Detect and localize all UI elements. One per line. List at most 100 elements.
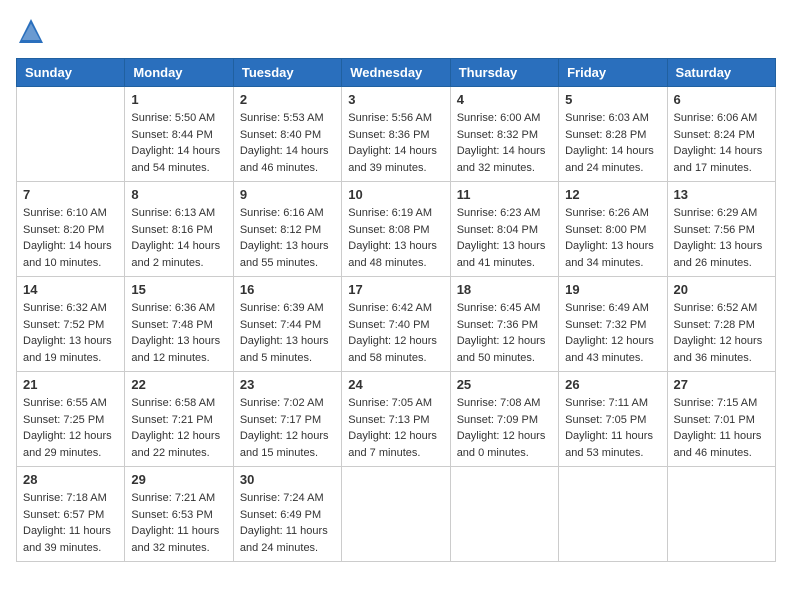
day-info: Sunrise: 6:13 AM Sunset: 8:16 PM Dayligh… — [131, 205, 226, 271]
calendar-cell: 8 Sunrise: 6:13 AM Sunset: 8:16 PM Daylig… — [125, 182, 233, 277]
calendar-cell — [17, 87, 125, 182]
day-info: Sunrise: 6:26 AM Sunset: 8:00 PM Dayligh… — [565, 205, 660, 271]
day-info: Sunrise: 6:45 AM Sunset: 7:36 PM Dayligh… — [457, 300, 552, 366]
day-number: 21 — [23, 377, 118, 392]
calendar-week-row: 1 Sunrise: 5:50 AM Sunset: 8:44 PM Daylig… — [17, 87, 776, 182]
calendar-cell: 29Sunrise: 7:21 AM Sunset: 6:53 PM Dayli… — [125, 467, 233, 562]
day-info: Sunrise: 6:52 AM Sunset: 7:28 PM Dayligh… — [674, 300, 769, 366]
calendar-cell: 5Sunrise: 6:03 AM Sunset: 8:28 PM Daylig… — [559, 87, 667, 182]
calendar-week-row: 21 Sunrise: 6:55 AM Sunset: 7:25 PM Dayli… — [17, 372, 776, 467]
day-number: 11 — [457, 187, 552, 202]
day-number: 3 — [348, 92, 443, 107]
day-number: 7 — [23, 187, 118, 202]
day-info: Sunrise: 5:53 AM Sunset: 8:40 PM Dayligh… — [240, 110, 335, 176]
day-number: 24 — [348, 377, 443, 392]
weekday-header: Saturday — [667, 59, 775, 87]
day-info: Sunrise: 6:55 AM Sunset: 7:25 PM Dayligh… — [23, 395, 118, 461]
calendar-cell: 22 Sunrise: 6:58 AM Sunset: 7:21 PM Dayli… — [125, 372, 233, 467]
day-info: Sunrise: 5:56 AM Sunset: 8:36 PM Dayligh… — [348, 110, 443, 176]
calendar-cell: 14 Sunrise: 6:32 AM Sunset: 7:52 PM Dayli… — [17, 277, 125, 372]
calendar-cell: 24 Sunrise: 7:05 AM Sunset: 7:13 PM Dayli… — [342, 372, 450, 467]
day-info: Sunrise: 6:16 AM Sunset: 8:12 PM Dayligh… — [240, 205, 335, 271]
calendar-cell: 10Sunrise: 6:19 AM Sunset: 8:08 PM Dayli… — [342, 182, 450, 277]
day-info: Sunrise: 6:32 AM Sunset: 7:52 PM Dayligh… — [23, 300, 118, 366]
day-number: 22 — [131, 377, 226, 392]
logo — [16, 16, 50, 46]
page-header — [16, 16, 776, 46]
day-info: Sunrise: 7:05 AM Sunset: 7:13 PM Dayligh… — [348, 395, 443, 461]
calendar-cell: 6 Sunrise: 6:06 AM Sunset: 8:24 PM Daylig… — [667, 87, 775, 182]
day-number: 1 — [131, 92, 226, 107]
day-info: Sunrise: 6:42 AM Sunset: 7:40 PM Dayligh… — [348, 300, 443, 366]
calendar-cell: 4 Sunrise: 6:00 AM Sunset: 8:32 PM Daylig… — [450, 87, 558, 182]
calendar-header-row: SundayMondayTuesdayWednesdayThursdayFrid… — [17, 59, 776, 87]
calendar-cell — [667, 467, 775, 562]
day-info: Sunrise: 7:24 AM Sunset: 6:49 PM Dayligh… — [240, 490, 335, 556]
day-number: 2 — [240, 92, 335, 107]
day-number: 17 — [348, 282, 443, 297]
calendar-week-row: 14 Sunrise: 6:32 AM Sunset: 7:52 PM Dayli… — [17, 277, 776, 372]
calendar-table: SundayMondayTuesdayWednesdayThursdayFrid… — [16, 58, 776, 562]
calendar-week-row: 7 Sunrise: 6:10 AM Sunset: 8:20 PM Daylig… — [17, 182, 776, 277]
logo-icon — [16, 16, 46, 46]
day-info: Sunrise: 6:23 AM Sunset: 8:04 PM Dayligh… — [457, 205, 552, 271]
calendar-cell: 16Sunrise: 6:39 AM Sunset: 7:44 PM Dayli… — [233, 277, 341, 372]
weekday-header: Sunday — [17, 59, 125, 87]
calendar-cell — [450, 467, 558, 562]
day-info: Sunrise: 6:58 AM Sunset: 7:21 PM Dayligh… — [131, 395, 226, 461]
calendar-cell: 9 Sunrise: 6:16 AM Sunset: 8:12 PM Daylig… — [233, 182, 341, 277]
calendar-cell: 27 Sunrise: 7:15 AM Sunset: 7:01 PM Dayli… — [667, 372, 775, 467]
calendar-cell: 30 Sunrise: 7:24 AM Sunset: 6:49 PM Dayli… — [233, 467, 341, 562]
weekday-header: Tuesday — [233, 59, 341, 87]
day-number: 10 — [348, 187, 443, 202]
day-number: 9 — [240, 187, 335, 202]
day-info: Sunrise: 5:50 AM Sunset: 8:44 PM Dayligh… — [131, 110, 226, 176]
day-number: 28 — [23, 472, 118, 487]
day-info: Sunrise: 7:11 AM Sunset: 7:05 PM Dayligh… — [565, 395, 660, 461]
day-info: Sunrise: 7:18 AM Sunset: 6:57 PM Dayligh… — [23, 490, 118, 556]
calendar-cell: 7 Sunrise: 6:10 AM Sunset: 8:20 PM Daylig… — [17, 182, 125, 277]
day-info: Sunrise: 7:08 AM Sunset: 7:09 PM Dayligh… — [457, 395, 552, 461]
day-number: 12 — [565, 187, 660, 202]
day-number: 16 — [240, 282, 335, 297]
day-info: Sunrise: 7:21 AM Sunset: 6:53 PM Dayligh… — [131, 490, 226, 556]
weekday-header: Thursday — [450, 59, 558, 87]
day-info: Sunrise: 7:15 AM Sunset: 7:01 PM Dayligh… — [674, 395, 769, 461]
day-info: Sunrise: 7:02 AM Sunset: 7:17 PM Dayligh… — [240, 395, 335, 461]
calendar-cell: 23Sunrise: 7:02 AM Sunset: 7:17 PM Dayli… — [233, 372, 341, 467]
day-number: 8 — [131, 187, 226, 202]
calendar-cell: 15 Sunrise: 6:36 AM Sunset: 7:48 PM Dayli… — [125, 277, 233, 372]
day-number: 26 — [565, 377, 660, 392]
day-info: Sunrise: 6:06 AM Sunset: 8:24 PM Dayligh… — [674, 110, 769, 176]
calendar-cell: 17 Sunrise: 6:42 AM Sunset: 7:40 PM Dayli… — [342, 277, 450, 372]
calendar-cell: 1 Sunrise: 5:50 AM Sunset: 8:44 PM Daylig… — [125, 87, 233, 182]
day-number: 4 — [457, 92, 552, 107]
weekday-header: Friday — [559, 59, 667, 87]
day-number: 27 — [674, 377, 769, 392]
day-number: 13 — [674, 187, 769, 202]
day-info: Sunrise: 6:49 AM Sunset: 7:32 PM Dayligh… — [565, 300, 660, 366]
calendar-cell: 11 Sunrise: 6:23 AM Sunset: 8:04 PM Dayli… — [450, 182, 558, 277]
day-info: Sunrise: 6:10 AM Sunset: 8:20 PM Dayligh… — [23, 205, 118, 271]
weekday-header: Monday — [125, 59, 233, 87]
day-info: Sunrise: 6:36 AM Sunset: 7:48 PM Dayligh… — [131, 300, 226, 366]
calendar-cell: 21 Sunrise: 6:55 AM Sunset: 7:25 PM Dayli… — [17, 372, 125, 467]
day-info: Sunrise: 6:00 AM Sunset: 8:32 PM Dayligh… — [457, 110, 552, 176]
calendar-cell — [342, 467, 450, 562]
calendar-cell: 2 Sunrise: 5:53 AM Sunset: 8:40 PM Daylig… — [233, 87, 341, 182]
day-number: 30 — [240, 472, 335, 487]
weekday-header: Wednesday — [342, 59, 450, 87]
calendar-cell: 26 Sunrise: 7:11 AM Sunset: 7:05 PM Dayli… — [559, 372, 667, 467]
day-info: Sunrise: 6:29 AM Sunset: 7:56 PM Dayligh… — [674, 205, 769, 271]
calendar-cell: 18 Sunrise: 6:45 AM Sunset: 7:36 PM Dayli… — [450, 277, 558, 372]
day-number: 18 — [457, 282, 552, 297]
day-number: 14 — [23, 282, 118, 297]
calendar-cell: 19 Sunrise: 6:49 AM Sunset: 7:32 PM Dayli… — [559, 277, 667, 372]
calendar-cell: 3 Sunrise: 5:56 AM Sunset: 8:36 PM Daylig… — [342, 87, 450, 182]
calendar-cell: 28 Sunrise: 7:18 AM Sunset: 6:57 PM Dayli… — [17, 467, 125, 562]
day-number: 19 — [565, 282, 660, 297]
calendar-cell: 25Sunrise: 7:08 AM Sunset: 7:09 PM Dayli… — [450, 372, 558, 467]
day-number: 6 — [674, 92, 769, 107]
day-info: Sunrise: 6:03 AM Sunset: 8:28 PM Dayligh… — [565, 110, 660, 176]
day-number: 15 — [131, 282, 226, 297]
